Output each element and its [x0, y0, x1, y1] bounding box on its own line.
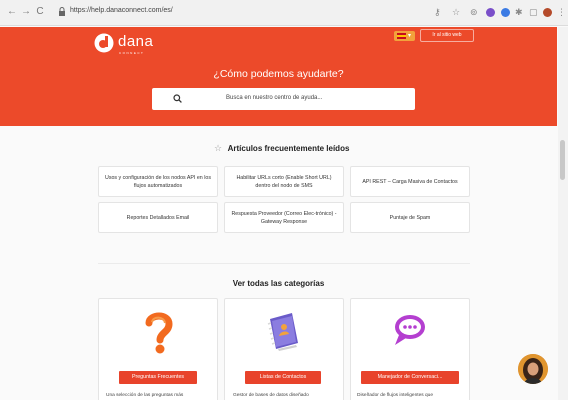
search-placeholder: Busca en nuestro centro de ayuda...: [226, 95, 323, 101]
star-bookmark-icon[interactable]: ☆: [452, 6, 460, 18]
forward-icon[interactable]: →: [20, 6, 32, 18]
article-card[interactable]: Puntaje de Spam: [350, 202, 470, 233]
address-bar[interactable]: https://help.danaconnect.com/es/: [70, 7, 173, 14]
article-card[interactable]: Respuesta Proveedor (Correo Elec-trónico…: [224, 202, 344, 233]
category-button-contacts[interactable]: Listas de Contactos: [245, 371, 321, 384]
category-description: Gestor de bases de datos diseñado: [233, 393, 309, 398]
reload-icon[interactable]: C: [34, 6, 46, 18]
dana-logo-icon[interactable]: [94, 33, 114, 53]
browser-toolbar: ← → C https://help.danaconnect.com/es/ ⚷…: [0, 0, 568, 26]
menu-icon[interactable]: ⋮: [557, 6, 566, 18]
language-selector[interactable]: ▾: [394, 31, 415, 41]
popular-articles-title: Artículos frecuentemente leídos: [227, 144, 350, 153]
chat-bubble-icon: [395, 315, 425, 345]
profile-icon[interactable]: [543, 8, 552, 17]
contacts-book-icon: [267, 313, 298, 351]
key-icon[interactable]: ⚷: [434, 6, 441, 18]
scrollbar-thumb[interactable]: [560, 140, 565, 180]
logo-subtext: CONNECT: [119, 51, 145, 55]
question-mark-icon: [145, 312, 173, 354]
section-divider: [98, 263, 470, 264]
category-description: Diseñador de flujos inteligentes que: [357, 393, 434, 398]
article-card[interactable]: Habilitar URLs corto (Enable Short URL) …: [224, 166, 344, 197]
article-card[interactable]: API REST – Carga Masiva de Contactos: [350, 166, 470, 197]
extension-icon[interactable]: ⊚: [470, 6, 478, 18]
category-button-conversations[interactable]: Manejador de Conversaci...: [361, 371, 459, 384]
logo-text: dana: [118, 33, 154, 50]
category-button-faq[interactable]: Preguntas Frecuentes: [119, 371, 197, 384]
support-avatar-icon[interactable]: [518, 354, 548, 384]
article-card[interactable]: Reportes Detallados Email: [98, 202, 218, 233]
extension-icon[interactable]: [486, 8, 495, 17]
category-description: Una selección de las preguntas más: [106, 393, 184, 398]
puzzle-icon[interactable]: ✱: [515, 6, 523, 18]
article-card[interactable]: Usos y configuración de los nodos API en…: [98, 166, 218, 197]
categories-title: Ver todas las categorías: [232, 279, 325, 288]
page-scrollbar[interactable]: [558, 27, 568, 400]
lock-icon: [59, 7, 65, 16]
visit-website-button[interactable]: Ir al sitio web: [420, 29, 474, 42]
search-icon[interactable]: [173, 94, 182, 103]
media-icon[interactable]: ▢: [529, 6, 538, 18]
chevron-down-icon: ▾: [408, 33, 412, 39]
extension-icon[interactable]: [501, 8, 510, 17]
spain-flag-icon: [397, 33, 406, 39]
back-icon[interactable]: ←: [6, 6, 18, 18]
page-title: ¿Cómo podemos ayudarte?: [213, 68, 344, 80]
